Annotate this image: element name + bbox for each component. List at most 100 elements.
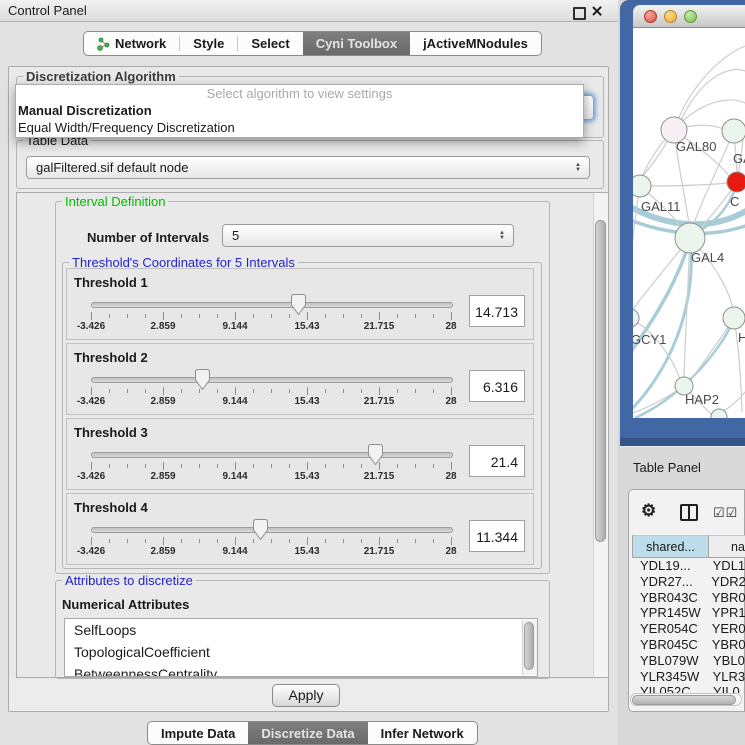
- slider-track[interactable]: [91, 302, 453, 308]
- table-row[interactable]: YER054CYER0: [632, 621, 745, 637]
- vertical-scrollbar-thumb[interactable]: [595, 220, 606, 542]
- network-node[interactable]: [675, 223, 705, 253]
- tick-mark: [181, 389, 182, 393]
- network-edge[interactable]: [651, 182, 737, 186]
- threshold-value-field[interactable]: 11.344: [469, 520, 525, 552]
- minimize-traffic-light[interactable]: [664, 10, 677, 23]
- table-row[interactable]: YDR27...YDR2: [632, 574, 745, 590]
- table-row[interactable]: YLR345WYLR3: [632, 669, 745, 685]
- network-node[interactable]: [633, 309, 639, 327]
- tick-mark: [271, 539, 272, 543]
- table-row[interactable]: YBL079WYBL0: [632, 653, 745, 669]
- column-layout-icon[interactable]: [680, 504, 698, 521]
- gear-icon[interactable]: ⚙: [641, 501, 656, 521]
- network-canvas[interactable]: GAL80GACGAL11GAL4GCY1HHAP2: [633, 28, 745, 418]
- threshold-label: Threshold 3: [74, 425, 148, 440]
- slider-ticks: [91, 462, 451, 471]
- horizontal-scrollbar-thumb[interactable]: [632, 695, 736, 705]
- threshold-value-field[interactable]: 6.316: [469, 370, 525, 402]
- tab-cyni-toolbox-label: Cyni Toolbox: [316, 36, 397, 51]
- tab-infer-network-label: Infer Network: [381, 726, 464, 741]
- network-edge[interactable]: [674, 46, 745, 130]
- network-node[interactable]: [722, 119, 745, 143]
- slider-track[interactable]: [91, 377, 453, 383]
- table-data-combobox[interactable]: galFiltered.sif default node ▲▼: [26, 156, 590, 179]
- network-graph[interactable]: GAL80GACGAL11GAL4GCY1HHAP2: [633, 28, 745, 418]
- tick-mark: [253, 314, 254, 318]
- list-scrollbar-thumb[interactable]: [524, 622, 534, 670]
- tick-mark: [145, 539, 146, 543]
- slider-track[interactable]: [91, 527, 453, 533]
- tab-style[interactable]: Style: [180, 32, 237, 55]
- threshold-value-field[interactable]: 21.4: [469, 445, 525, 477]
- tick-mark: [109, 539, 110, 543]
- tick-label: 21.715: [349, 546, 409, 557]
- tick-mark: [325, 314, 326, 318]
- tab-select[interactable]: Select: [238, 32, 302, 55]
- table-rows: YDL19...YDL1YDR27...YDR2YBR043CYBR0YPR14…: [632, 558, 745, 693]
- table-row[interactable]: YBR043CYBR0: [632, 590, 745, 606]
- attribute-list-item[interactable]: SelfLoops: [65, 619, 537, 641]
- slider-tick-labels: -3.4262.8599.14415.4321.71528: [91, 471, 451, 483]
- tick-label: -3.426: [61, 546, 121, 557]
- screen: Control Panel Network Style Select Cyni …: [0, 0, 745, 745]
- zoom-traffic-light[interactable]: [684, 10, 697, 23]
- column-header-name[interactable]: na: [708, 535, 745, 558]
- select-columns-icons[interactable]: ☑☑: [713, 505, 738, 521]
- tick-label: 21.715: [349, 396, 409, 407]
- tab-jactivemnodules-label: jActiveMNodules: [423, 36, 528, 51]
- slider-thumb[interactable]: [195, 369, 210, 390]
- network-node[interactable]: [727, 172, 745, 192]
- threshold-label: Threshold 4: [74, 500, 148, 515]
- tick-mark: [91, 462, 92, 470]
- float-window-icon[interactable]: [573, 7, 586, 20]
- combo-arrows-icon: ▲▼: [499, 231, 505, 241]
- tick-mark: [253, 464, 254, 468]
- threshold-1-panel: Threshold 1 -3.4262.8599.14415.4321.7152…: [66, 268, 534, 340]
- tick-mark: [325, 539, 326, 543]
- numerical-attributes-header: Numerical Attributes: [62, 597, 189, 612]
- tab-select-label: Select: [251, 36, 289, 51]
- network-edge[interactable]: [633, 186, 640, 310]
- apply-button[interactable]: Apply: [272, 684, 340, 707]
- tick-mark: [235, 537, 236, 545]
- tab-jactivemnodules[interactable]: jActiveMNodules: [410, 32, 541, 55]
- tick-mark: [163, 537, 164, 545]
- tick-mark: [415, 314, 416, 318]
- slider-tick-labels: -3.4262.8599.14415.4321.71528: [91, 396, 451, 408]
- tick-mark: [253, 389, 254, 393]
- close-icon[interactable]: [591, 5, 603, 17]
- tab-infer-network[interactable]: Infer Network: [368, 722, 477, 744]
- dropdown-option-equal-width-frequency[interactable]: Equal Width/Frequency Discretization: [16, 119, 583, 136]
- numerical-attributes-list[interactable]: SelfLoopsTopologicalCoefficientBetweenne…: [64, 618, 538, 677]
- slider-thumb[interactable]: [368, 444, 383, 465]
- table-row[interactable]: YDL19...YDL1: [632, 558, 745, 574]
- network-window-titlebar[interactable]: [633, 5, 745, 28]
- table-row[interactable]: YBR045CYBR0: [632, 637, 745, 653]
- control-panel-window: Control Panel Network Style Select Cyni …: [0, 0, 619, 745]
- tick-mark: [127, 539, 128, 543]
- close-traffic-light[interactable]: [644, 10, 657, 23]
- tab-cyni-toolbox[interactable]: Cyni Toolbox: [303, 32, 410, 55]
- tick-label: 15.43: [277, 321, 337, 332]
- attribute-list-item[interactable]: BetweennessCentrality: [65, 663, 537, 677]
- table-row[interactable]: YPR145WYPR1: [632, 605, 745, 621]
- tick-mark: [271, 389, 272, 393]
- number-of-intervals-combobox[interactable]: 5 ▲▼: [222, 224, 514, 247]
- table-row[interactable]: YIL052CYIL0: [632, 684, 745, 693]
- attribute-list-item[interactable]: TopologicalCoefficient: [65, 641, 537, 663]
- tab-impute-data[interactable]: Impute Data: [148, 722, 248, 744]
- network-node[interactable]: [723, 307, 745, 329]
- slider-track[interactable]: [91, 452, 453, 458]
- threshold-value-field[interactable]: 14.713: [469, 295, 525, 327]
- tick-label: 2.859: [133, 321, 193, 332]
- network-node[interactable]: [633, 175, 651, 197]
- tab-discretize-data[interactable]: Discretize Data: [248, 722, 367, 744]
- tab-network[interactable]: Network: [84, 32, 179, 55]
- cell-name: YBL0: [708, 653, 745, 669]
- dropdown-option-manual-discretization[interactable]: Manual Discretization: [16, 102, 583, 119]
- slider-thumb[interactable]: [291, 294, 306, 315]
- cell-name: YDR2: [706, 574, 745, 590]
- column-header-shared-name[interactable]: shared...: [632, 535, 709, 558]
- slider-thumb[interactable]: [253, 519, 268, 540]
